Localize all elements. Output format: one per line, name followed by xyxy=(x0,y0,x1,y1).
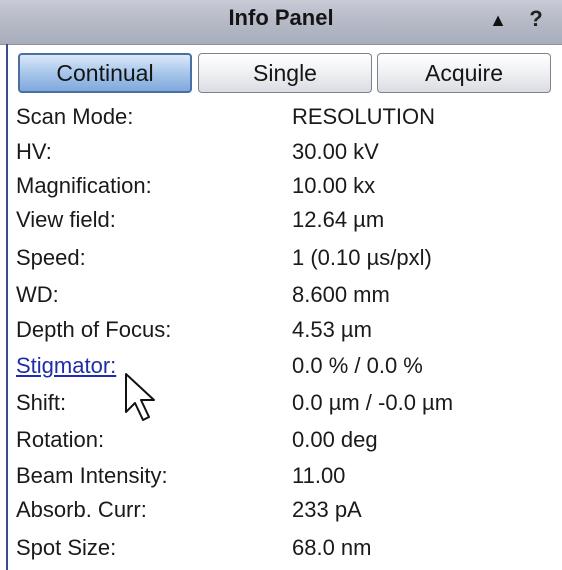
stigmator-link[interactable]: Stigmator: xyxy=(16,353,116,379)
speed-value: 1 (0.10 µs/pxl) xyxy=(292,245,432,270)
rotation-label: Rotation: xyxy=(16,427,105,452)
info-panel: Info Panel ▲ ? Continual Single Acquire … xyxy=(0,0,562,570)
spot-size-label: Spot Size: xyxy=(16,535,117,560)
scan-mode-label: Scan Mode: xyxy=(16,104,134,129)
hv-value: 30.00 kV xyxy=(292,139,379,164)
view-field-label: View field: xyxy=(16,207,116,232)
speed-label: Speed: xyxy=(16,245,86,270)
beam-intensity-value: 11.00 xyxy=(292,463,346,488)
wd-value: 8.600 mm xyxy=(292,282,390,307)
info-row-beam-intensity: Beam Intensity: 11.00 xyxy=(16,463,556,493)
info-row-stigmator: Stigmator: 0.0 % / 0.0 % xyxy=(16,353,556,383)
info-row-speed: Speed: 1 (0.10 µs/pxl) xyxy=(16,245,556,275)
help-icon[interactable]: ? xyxy=(524,5,548,33)
continual-button-label: Continual xyxy=(56,59,154,86)
shift-value: 0.0 µm / -0.0 µm xyxy=(292,390,454,415)
magnification-label: Magnification: xyxy=(16,173,152,198)
wd-label: WD: xyxy=(16,282,59,307)
shift-label: Shift: xyxy=(16,390,67,415)
depth-of-focus-value: 4.53 µm xyxy=(292,317,372,342)
absorb-curr-label: Absorb. Curr: xyxy=(16,497,147,522)
magnification-value: 10.00 kx xyxy=(292,173,376,198)
single-button-label: Single xyxy=(253,59,317,86)
rotation-value: 0.00 deg xyxy=(292,427,378,452)
continual-button[interactable]: Continual xyxy=(18,53,192,93)
info-row-spot-size: Spot Size: 68.0 nm xyxy=(16,535,556,565)
info-row-rotation: Rotation: 0.00 deg xyxy=(16,427,556,457)
collapse-arrow-icon[interactable]: ▲ xyxy=(486,6,510,34)
info-row-absorb-curr: Absorb. Curr: 233 pA xyxy=(16,497,556,527)
info-row-depth-of-focus: Depth of Focus: 4.53 µm xyxy=(16,317,556,347)
info-panel-titlebar: Info Panel ▲ ? xyxy=(0,0,562,45)
single-button[interactable]: Single xyxy=(198,53,372,93)
scan-mode-value: RESOLUTION xyxy=(292,104,436,129)
info-row-magnification: Magnification: 10.00 kx xyxy=(16,173,556,203)
acquire-button-label: Acquire xyxy=(425,59,503,86)
info-row-hv: HV: 30.00 kV xyxy=(16,139,556,169)
view-field-value: 12.64 µm xyxy=(292,207,385,232)
spot-size-value: 68.0 nm xyxy=(292,535,372,560)
info-row-wd: WD: 8.600 mm xyxy=(16,282,556,312)
panel-title: Info Panel xyxy=(228,5,334,30)
absorb-curr-value: 233 pA xyxy=(292,497,362,522)
panel-left-border xyxy=(6,44,8,570)
stigmator-value: 0.0 % / 0.0 % xyxy=(292,353,423,378)
info-row-scan-mode: Scan Mode: RESOLUTION xyxy=(16,104,556,134)
hv-label: HV: xyxy=(16,139,52,164)
beam-intensity-label: Beam Intensity: xyxy=(16,463,168,488)
info-row-view-field: View field: 12.64 µm xyxy=(16,207,556,237)
mouse-pointer-icon xyxy=(125,373,155,421)
acquire-button[interactable]: Acquire xyxy=(377,53,551,93)
info-row-shift: Shift: 0.0 µm / -0.0 µm xyxy=(16,390,556,420)
depth-of-focus-label: Depth of Focus: xyxy=(16,317,172,342)
